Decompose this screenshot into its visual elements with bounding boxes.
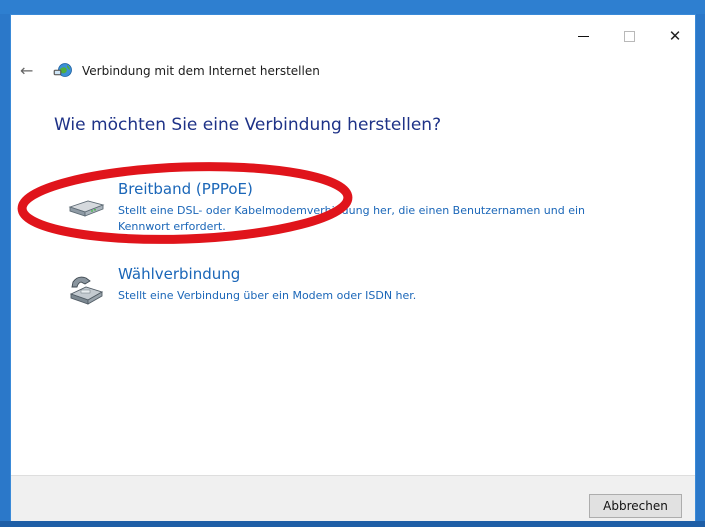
dialog-window: ✕ ← Verbindung mit dem Internet herstell…	[10, 14, 696, 521]
option-title: Breitband (PPPoE)	[118, 180, 253, 198]
close-icon: ✕	[668, 27, 682, 45]
cancel-button[interactable]: Abbrechen	[589, 494, 682, 518]
maximize-button	[607, 23, 651, 49]
option-dialup[interactable]: Wählverbindung Stellt eine Verbindung üb…	[66, 265, 686, 315]
minimize-button[interactable]	[561, 23, 605, 49]
option-title: Wählverbindung	[118, 265, 241, 283]
option-description: Stellt eine DSL- oder Kabelmodemverbindu…	[118, 204, 586, 233]
option-broadband-pppoe[interactable]: Breitband (PPPoE) Stellt eine DSL- oder …	[66, 180, 686, 240]
network-globe-icon	[53, 63, 72, 77]
option-description: Stellt eine Verbindung über ein Modem od…	[118, 289, 417, 302]
desktop-background-top	[0, 0, 705, 14]
broadband-modem-icon	[68, 200, 105, 217]
desktop-background-bottom	[0, 521, 705, 527]
page-heading: Wie möchten Sie eine Verbindung herstell…	[54, 115, 442, 135]
minimize-icon	[577, 35, 589, 37]
back-arrow-icon[interactable]: ←	[20, 61, 40, 81]
window-title: Verbindung mit dem Internet herstellen	[82, 64, 320, 78]
maximize-icon	[623, 30, 635, 42]
footer-bar: Abbrechen	[11, 475, 695, 521]
dialup-phone-icon	[69, 276, 104, 305]
close-button[interactable]: ✕	[653, 23, 697, 49]
